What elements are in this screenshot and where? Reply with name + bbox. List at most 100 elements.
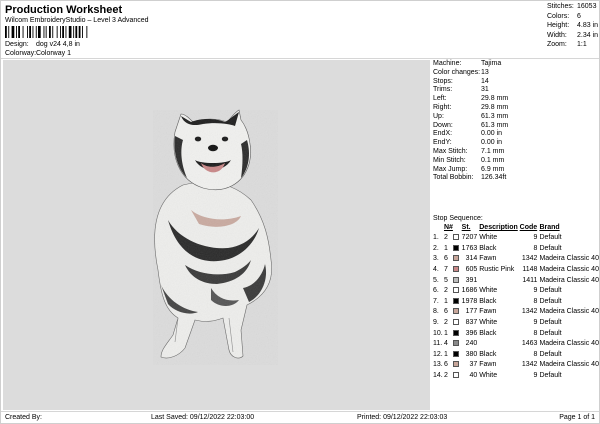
- row-brand: Madeira Classic 40: [539, 361, 599, 369]
- footer-created-by: Created By:: [5, 414, 42, 421]
- color-swatch-icon: [453, 361, 460, 368]
- row-description: Fawn: [479, 361, 497, 369]
- property-row: Total Bobbin: 126.34ft: [433, 174, 600, 183]
- row-brand: Madeira Classic 40: [539, 255, 599, 263]
- row-needle: 6: [443, 361, 448, 369]
- col-stitches: St.: [461, 224, 471, 232]
- row-brand: Default: [539, 350, 562, 358]
- row-code: 1411: [522, 276, 538, 284]
- row-code: 8: [533, 244, 538, 252]
- property-label: Stops:: [433, 77, 453, 85]
- property-label: Total Bobbin:: [433, 174, 474, 182]
- row-index: 13.: [433, 361, 443, 369]
- summary-stitches: Stitches: 16053: [547, 3, 597, 10]
- row-index: 10.: [433, 329, 443, 337]
- row-swatch: [453, 265, 461, 276]
- property-row: Color changes: 13: [433, 69, 600, 78]
- row-description: Rustic Pink: [479, 266, 515, 274]
- property-label: Machine:: [433, 60, 462, 67]
- row-stitches: 391: [465, 276, 478, 284]
- row-code: 1148: [522, 266, 538, 274]
- color-swatch-icon: [453, 329, 460, 336]
- row-stitches: 605: [465, 266, 478, 274]
- property-value: 29.8 mm: [481, 95, 509, 103]
- row-description: Black: [479, 297, 497, 305]
- row-description: Fawn: [479, 255, 497, 263]
- col-description: Description: [479, 224, 518, 232]
- row-needle: 2: [443, 371, 448, 379]
- row-code: 1342: [521, 308, 538, 316]
- software-subtitle: Wilcom EmbroideryStudio – Level 3 Advanc…: [5, 17, 149, 24]
- design-preview[interactable]: [3, 60, 430, 410]
- color-swatch-icon: [453, 319, 460, 326]
- property-row: Up: 61.3 mm: [433, 113, 600, 122]
- property-value: 6.9 mm: [481, 165, 505, 173]
- col-index: [433, 224, 444, 233]
- color-swatch-icon: [453, 255, 460, 262]
- col-brand: Brand: [539, 224, 560, 232]
- summary-width: Width: 2.34 in: [547, 31, 599, 39]
- row-code: 9: [533, 371, 538, 379]
- table-row: 4. 7 605 Rustic Pink 1148 Madeira Classic 40: [433, 265, 599, 276]
- color-swatch-icon: [453, 297, 460, 304]
- row-brand: Default: [539, 244, 562, 252]
- design-label: Design:: [5, 41, 29, 48]
- row-swatch: [453, 360, 461, 371]
- property-row: Right: 29.8 mm: [433, 104, 600, 113]
- property-value: 61.3 mm: [481, 121, 509, 129]
- row-needle: 4: [443, 340, 448, 348]
- row-swatch: [453, 244, 461, 255]
- row-index: 1.: [433, 234, 439, 242]
- table-row: 12. 1 380 Black 8 Default: [433, 350, 599, 361]
- row-brand: Default: [539, 329, 562, 337]
- row-stitches: 314: [465, 255, 478, 263]
- colorway-value: Colorway 1: [35, 50, 71, 57]
- row-index: 7.: [433, 297, 439, 305]
- color-swatch-icon: [453, 266, 460, 273]
- col-code: Code: [519, 224, 538, 232]
- summary-height: Height: 4.83 in: [547, 22, 599, 30]
- property-label: Right:: [433, 103, 452, 111]
- row-index: 6.: [433, 287, 439, 295]
- row-stitches: 7207: [461, 234, 478, 242]
- row-brand: Madeira Classic 40: [539, 308, 599, 316]
- row-needle: 1: [443, 297, 448, 305]
- row-code: 1342: [521, 361, 538, 369]
- row-brand: Default: [539, 297, 562, 305]
- row-description: White: [479, 371, 498, 379]
- row-needle: 7: [443, 266, 448, 274]
- row-stitches: 37: [469, 361, 478, 369]
- table-row: 5. 5 391 1411 Madeira Classic 40: [433, 275, 599, 286]
- dog-embroidery-image: [153, 109, 278, 365]
- row-needle: 2: [443, 287, 448, 295]
- dog-figure: [153, 109, 278, 365]
- row-description: White: [479, 234, 498, 242]
- row-stitches: 240: [465, 340, 478, 348]
- property-label: Up:: [433, 112, 444, 120]
- row-stitches: 40: [469, 371, 478, 379]
- color-swatch-icon: [453, 244, 460, 251]
- table-row: 1. 2 7207 White 9 Default: [433, 233, 599, 244]
- property-row: EndY: 0.00 in: [433, 139, 600, 148]
- property-label: Down:: [433, 121, 453, 129]
- row-swatch: [453, 297, 461, 308]
- row-stitches: 1686: [461, 287, 478, 295]
- row-description: White: [479, 319, 498, 327]
- property-row: Machine: Tajima: [433, 60, 600, 69]
- table-row: 3. 6 314 Fawn 1342 Madeira Classic 40: [433, 254, 599, 265]
- row-swatch: [453, 307, 461, 318]
- color-swatch-icon: [453, 276, 460, 283]
- design-value: dog v24 4,8 in: [35, 41, 80, 48]
- property-label: Max Jump:: [433, 165, 468, 173]
- row-index: 2.: [433, 244, 439, 252]
- row-needle: 6: [443, 308, 448, 316]
- row-brand: Madeira Classic 40: [539, 340, 599, 348]
- footer-last-saved: Last Saved: 09/12/2022 22:03:00: [151, 414, 255, 421]
- design-row: Design: dog v24 4,8 in: [5, 41, 80, 49]
- row-code: 9: [533, 319, 538, 327]
- row-needle: 2: [443, 319, 448, 327]
- color-swatch-icon: [453, 308, 460, 315]
- summary-zoom: Zoom: 1:1: [547, 41, 587, 49]
- row-needle: 1: [443, 329, 448, 337]
- row-stitches: 1763: [461, 244, 478, 252]
